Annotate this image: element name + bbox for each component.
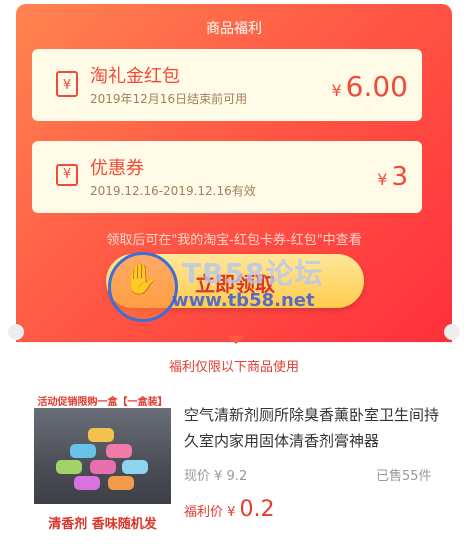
page: 商品福利 ¥ 淘礼金红包 2019年12月16日结束前可用 ¥6.00 ¥ 优惠… — [0, 0, 468, 559]
jar-magenta — [90, 460, 116, 474]
jar-green — [56, 460, 82, 474]
hand-icon: ✋ — [122, 262, 160, 297]
welfare-price: 福利价 ¥ 0.2 — [184, 497, 275, 522]
sold-count: 已售55件 — [376, 469, 432, 484]
amount-value: 3 — [391, 162, 408, 192]
claim-hint: 领取后可在"我的淘宝-红包卡券-红包"中查看 — [106, 233, 362, 248]
watermark-url: www.tb58.net — [172, 290, 315, 311]
product-image[interactable]: 活动促销限购一盒【一盒装】 清香剂 香味随机发 — [31, 393, 174, 538]
ticket-notch-right — [444, 324, 460, 340]
pointer-triangle — [227, 336, 245, 344]
product-name[interactable]: 空气清新剂厕所除臭香薰卧室卫生间持久室内家用固体清香剂膏神器 — [184, 402, 444, 454]
welfare-price-label: 福利价 ¥ — [184, 505, 236, 520]
jar-blue — [70, 444, 96, 458]
red-envelope-name: 淘礼金红包 — [90, 66, 180, 87]
jar-yellow — [88, 428, 114, 442]
jar-purple — [74, 476, 100, 490]
section-title: 福利仅限以下商品使用 — [168, 360, 299, 375]
panel-title: 商品福利 — [206, 21, 262, 37]
jar-orange — [108, 476, 134, 490]
envelope-icon: ¥ — [56, 71, 78, 97]
red-envelope-card[interactable]: ¥ 淘礼金红包 2019年12月16日结束前可用 ¥6.00 — [32, 49, 422, 121]
image-promo-text: 活动促销限购一盒【一盒装】 — [37, 397, 168, 408]
coupon-amount: ¥3 — [377, 162, 408, 192]
red-envelope-validity: 2019年12月16日结束前可用 — [90, 92, 248, 106]
product-photo — [34, 408, 171, 504]
image-caption: 清香剂 香味随机发 — [48, 517, 157, 532]
coupon-name: 优惠券 — [90, 158, 144, 179]
ticket-notch-left — [8, 324, 24, 340]
amount-value: 6.00 — [345, 70, 408, 103]
red-envelope-amount: ¥6.00 — [331, 70, 408, 103]
currency-symbol: ¥ — [331, 81, 342, 100]
currency-symbol: ¥ — [377, 170, 388, 189]
ticket-icon: ¥ — [56, 164, 78, 186]
jar-pink — [106, 444, 132, 458]
watermark-title: TB58论坛 — [182, 257, 324, 290]
current-price: 现价 ¥ 9.2 — [184, 469, 248, 484]
jar-lightblue — [122, 460, 148, 474]
coupon-validity: 2019.12.16-2019.12.16有效 — [90, 184, 256, 198]
coupon-card[interactable]: ¥ 优惠券 2019.12.16-2019.12.16有效 ¥3 — [32, 141, 422, 213]
welfare-price-value: 0.2 — [239, 497, 275, 522]
